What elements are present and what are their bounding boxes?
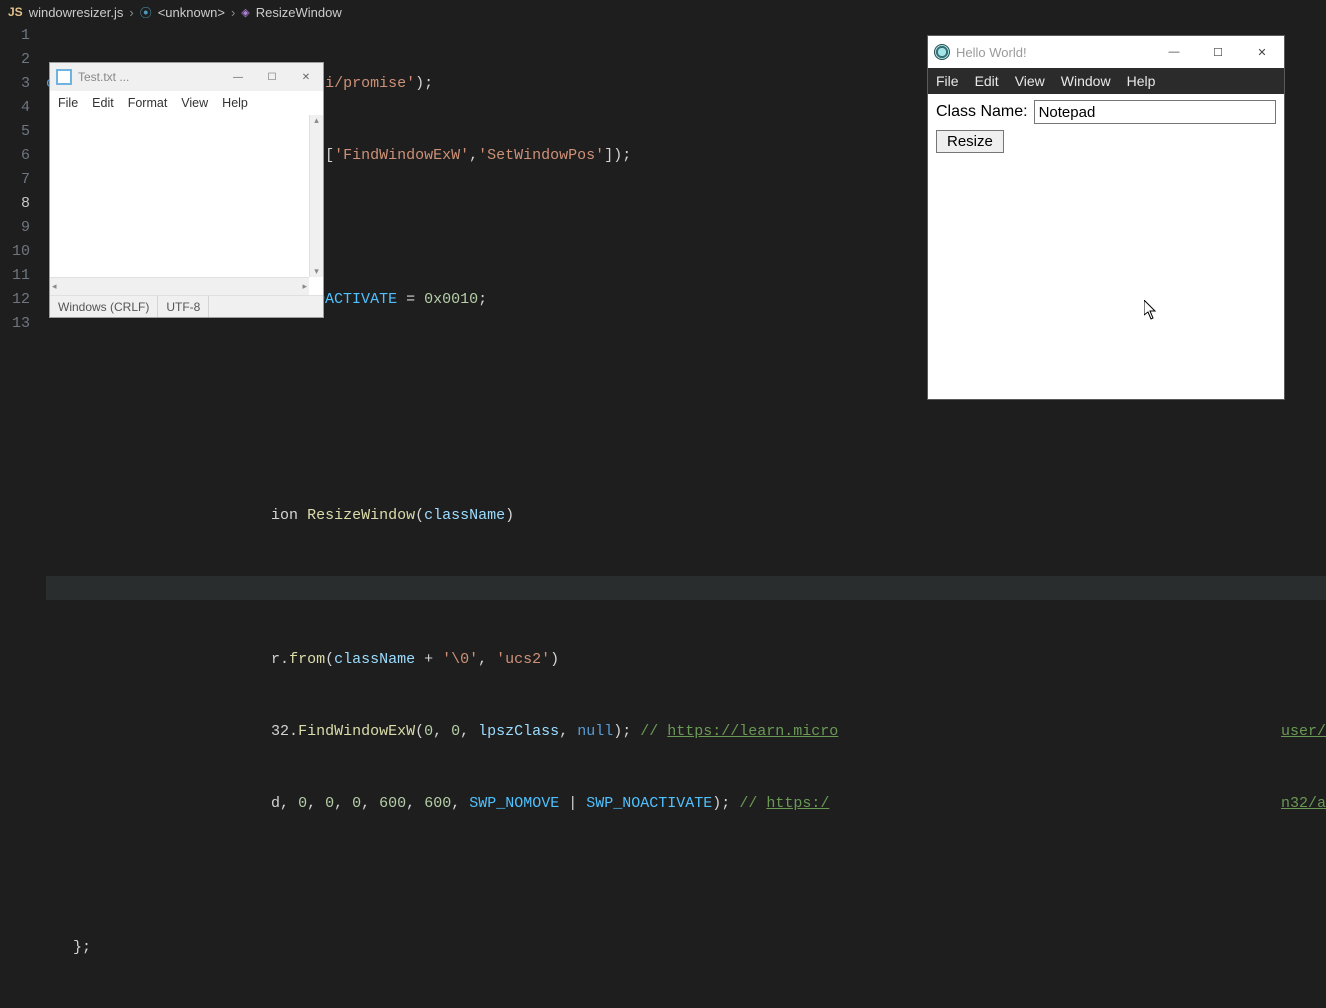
menu-view[interactable]: View — [1015, 73, 1045, 89]
chevron-right-icon: › — [129, 5, 133, 20]
line-number: 12 — [0, 288, 30, 312]
symbol-icon: ⦿ — [140, 4, 152, 21]
status-eol: Windows (CRLF) — [50, 296, 158, 317]
line-number-gutter: 1 2 3 4 5 6 7 8 9 10 11 12 13 — [0, 24, 46, 1008]
code-line[interactable] — [46, 864, 1326, 888]
code-line[interactable]: }; — [46, 936, 1326, 960]
scrollbar-horizontal[interactable]: ◂▸ — [50, 277, 309, 295]
line-number: 5 — [0, 120, 30, 144]
breadcrumb-file[interactable]: windowresizer.js — [29, 5, 124, 20]
line-number: 7 — [0, 168, 30, 192]
menu-view[interactable]: View — [181, 96, 208, 110]
maximize-button[interactable]: ☐ — [1196, 36, 1240, 68]
line-number: 2 — [0, 48, 30, 72]
line-number: 9 — [0, 216, 30, 240]
notepad-titlebar[interactable]: Test.txt ... — ☐ ✕ — [50, 63, 323, 91]
line-number: 3 — [0, 72, 30, 96]
method-icon: ◈ — [241, 6, 249, 19]
chevron-right-icon: › — [231, 5, 235, 20]
status-encoding: UTF-8 — [158, 296, 209, 317]
line-number: 10 — [0, 240, 30, 264]
close-button[interactable]: ✕ — [1240, 36, 1284, 68]
line-number: 11 — [0, 264, 30, 288]
menu-window[interactable]: Window — [1061, 73, 1111, 89]
classname-label: Class Name: — [936, 103, 1028, 121]
resize-button[interactable]: Resize — [936, 130, 1004, 153]
menu-file[interactable]: File — [58, 96, 78, 110]
breadcrumb-symbol-2[interactable]: ResizeWindow — [256, 5, 342, 20]
app-titlebar[interactable]: Hello World! — ☐ ✕ — [928, 36, 1284, 68]
close-button[interactable]: ✕ — [289, 63, 323, 91]
notepad-title: Test.txt ... — [78, 70, 221, 84]
scroll-up-icon[interactable]: ▴ — [310, 115, 323, 126]
scroll-right-icon[interactable]: ▸ — [302, 281, 307, 292]
code-line[interactable]: d, 0, 0, 0, 600, 600, SWP_NOMOVE | SWP_N… — [46, 792, 1326, 816]
code-line[interactable]: r.from(className + '\0', 'ucs2') — [46, 648, 1326, 672]
notepad-icon — [56, 69, 72, 85]
line-number: 8 — [0, 192, 30, 216]
minimize-button[interactable]: — — [221, 63, 255, 91]
line-number: 4 — [0, 96, 30, 120]
breadcrumb: JS windowresizer.js › ⦿ <unknown> › ◈ Re… — [0, 0, 1326, 24]
file-icon-js: JS — [8, 5, 23, 19]
notepad-menubar: File Edit Format View Help — [50, 91, 323, 115]
electron-app-window[interactable]: Hello World! — ☐ ✕ File Edit View Window… — [927, 35, 1285, 400]
code-line[interactable]: ion ResizeWindow(className) — [46, 504, 1326, 528]
scroll-left-icon[interactable]: ◂ — [52, 281, 57, 292]
menu-file[interactable]: File — [936, 73, 959, 89]
code-line[interactable] — [46, 432, 1326, 456]
maximize-button[interactable]: ☐ — [255, 63, 289, 91]
line-number: 13 — [0, 312, 30, 336]
notepad-statusbar: Windows (CRLF) UTF-8 — [50, 295, 323, 317]
breadcrumb-symbol-1[interactable]: <unknown> — [158, 5, 225, 20]
code-line-active[interactable] — [46, 576, 1326, 600]
electron-icon — [934, 44, 950, 60]
line-number: 1 — [0, 24, 30, 48]
classname-input[interactable] — [1034, 100, 1276, 124]
app-menubar: File Edit View Window Help — [928, 68, 1284, 94]
notepad-textarea[interactable]: ▴▾ ◂▸ — [50, 115, 323, 295]
code-line[interactable]: 32.FindWindowExW(0, 0, lpszClass, null);… — [46, 720, 1326, 744]
menu-help[interactable]: Help — [1127, 73, 1156, 89]
app-title: Hello World! — [956, 45, 1152, 60]
menu-edit[interactable]: Edit — [92, 96, 114, 110]
line-number: 6 — [0, 144, 30, 168]
notepad-window[interactable]: Test.txt ... — ☐ ✕ File Edit Format View… — [49, 62, 324, 318]
scroll-down-icon[interactable]: ▾ — [310, 266, 323, 277]
menu-format[interactable]: Format — [128, 96, 168, 110]
menu-edit[interactable]: Edit — [975, 73, 999, 89]
scrollbar-vertical[interactable]: ▴▾ — [309, 115, 323, 277]
menu-help[interactable]: Help — [222, 96, 248, 110]
app-body: Class Name: Resize — [928, 94, 1284, 399]
minimize-button[interactable]: — — [1152, 36, 1196, 68]
